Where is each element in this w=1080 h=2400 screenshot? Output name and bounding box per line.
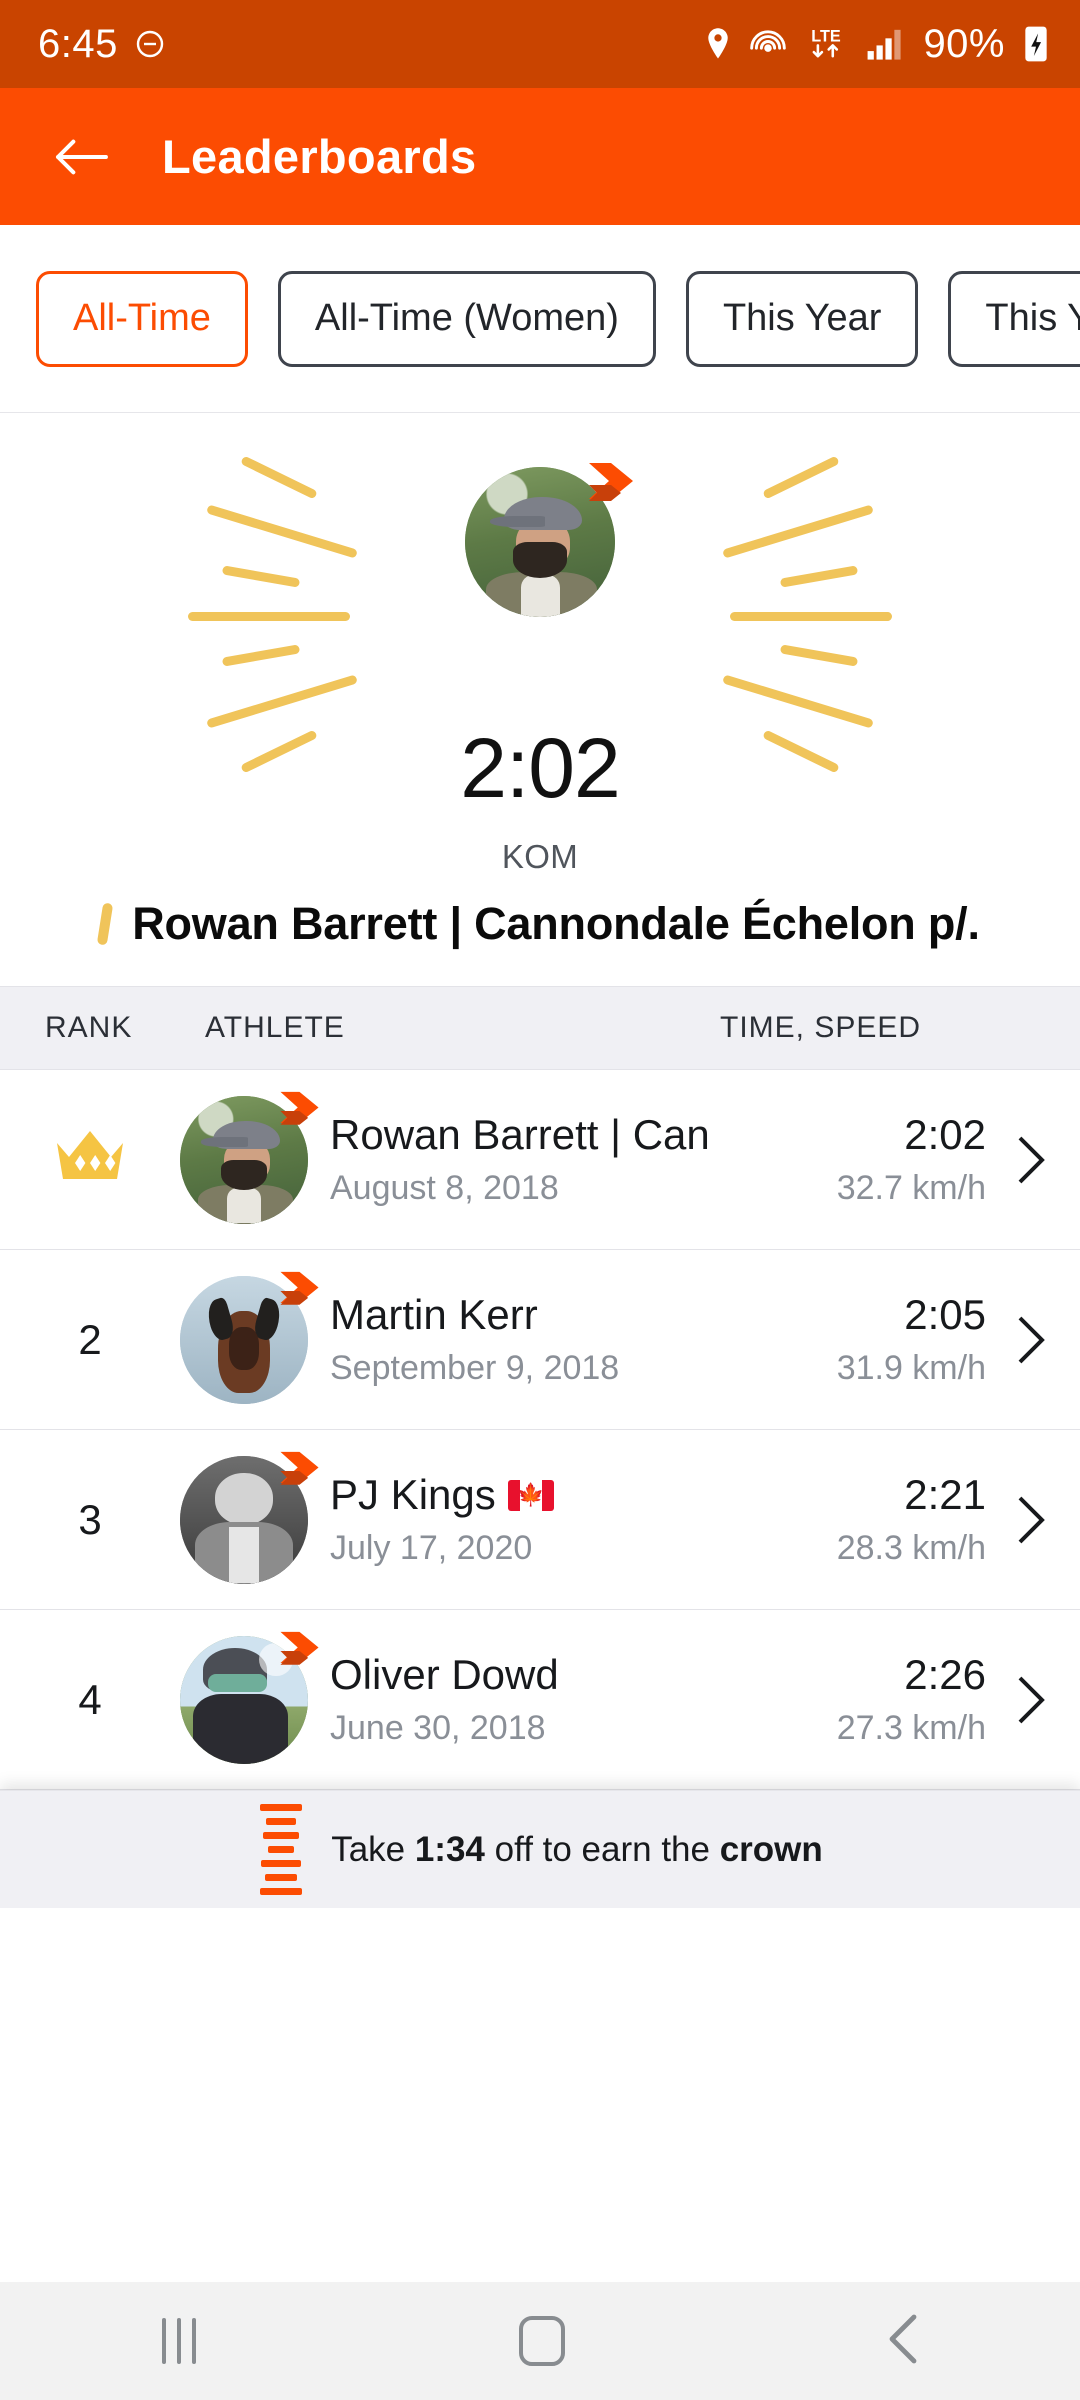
row-athlete-name: Martin Kerr	[330, 1291, 538, 1338]
strava-chevron-badge-icon	[277, 1270, 322, 1324]
column-header-athlete: ATHLETE	[205, 1011, 345, 1044]
row-speed: 32.7 km/h	[836, 1169, 986, 1207]
hero-avatar[interactable]	[465, 463, 633, 617]
row-athlete-name: Rowan Barrett | Can…	[330, 1111, 708, 1158]
filter-chip-all-time-women[interactable]: All-Time (Women)	[277, 270, 656, 367]
crown-icon	[53, 1130, 127, 1194]
row-athlete-name: PJ Kings	[330, 1471, 496, 1518]
page-title: Leaderboards	[162, 130, 477, 183]
hero-avatar-area	[0, 449, 1080, 774]
row-time: 2:05	[904, 1291, 986, 1338]
row-result-cell: 2:26 27.3 km/h	[708, 1651, 1008, 1748]
app-toolbar: Leaderboards	[0, 88, 1080, 225]
strava-chevron-badge-icon	[585, 461, 637, 523]
svg-text:LTE: LTE	[812, 27, 842, 45]
lte-data-icon: LTE	[803, 25, 849, 63]
table-row[interactable]: 3 PJ Kings 🍁 July 17, 2020 2:21 28.3 km/…	[0, 1430, 1080, 1610]
table-row[interactable]: 4 Oliver Dowd June 30, 2018 2:26 27.3 km…	[0, 1610, 1080, 1790]
rank-crown-cell	[0, 1125, 180, 1195]
leaderboard-table-header: RANK ATHLETE TIME, SPEED	[0, 986, 1080, 1070]
leaderboard-filter-chips[interactable]: All-Time All-Time (Women) This Year This…	[0, 225, 1080, 413]
dnd-minus-circle-icon	[134, 28, 166, 60]
row-result-cell: 2:02 32.7 km/h	[708, 1111, 1008, 1208]
row-date: September 9, 2018	[330, 1349, 620, 1387]
android-nav-bar[interactable]	[0, 2282, 1080, 2400]
row-result-cell: 2:05 31.9 km/h	[708, 1291, 1008, 1388]
strava-chevron-badge-icon	[277, 1630, 322, 1684]
row-date: August 8, 2018	[330, 1169, 559, 1207]
banner-emphasis: crown	[719, 1829, 823, 1869]
table-row[interactable]: 2 Martin Kerr September 9, 2018 2:05 31.…	[0, 1250, 1080, 1430]
hero-time-value: 2:02	[460, 721, 621, 815]
chevron-right-icon[interactable]	[1008, 1134, 1054, 1186]
status-bar-left: 6:45	[38, 22, 166, 67]
row-athlete-cell: Rowan Barrett | Can… August 8, 2018	[330, 1111, 708, 1208]
row-speed: 28.3 km/h	[836, 1529, 986, 1567]
chevron-right-icon[interactable]	[1008, 1314, 1054, 1366]
sunburst-rays-right	[700, 449, 900, 774]
canada-flag-icon: 🍁	[507, 1479, 554, 1511]
table-row[interactable]: Rowan Barrett | Can… August 8, 2018 2:02…	[0, 1070, 1080, 1250]
leaderboard-list[interactable]: Rowan Barrett | Can… August 8, 2018 2:02…	[0, 1070, 1080, 1790]
banner-value: 1:34	[414, 1829, 485, 1869]
row-result-cell: 2:21 28.3 km/h	[708, 1471, 1008, 1568]
hero-athlete-row: Rowan Barrett | Cannondale Échelon p/.	[0, 898, 1080, 950]
row-date: June 30, 2018	[330, 1709, 546, 1747]
row-avatar[interactable]	[180, 1631, 319, 1764]
home-icon[interactable]	[518, 2316, 565, 2366]
battery-charging-icon	[1022, 24, 1050, 64]
column-header-time-speed: TIME, SPEED	[720, 1011, 922, 1044]
row-athlete-cell: Martin Kerr September 9, 2018	[330, 1291, 708, 1388]
row-speed: 31.9 km/h	[836, 1349, 986, 1387]
chevron-right-icon[interactable]	[1008, 1674, 1054, 1726]
row-avatar[interactable]	[180, 1451, 319, 1584]
back-chevron-icon[interactable]	[888, 2313, 918, 2370]
row-athlete-name-wrap: PJ Kings 🍁	[330, 1471, 708, 1519]
hero-athlete-name[interactable]: Rowan Barrett | Cannondale Échelon p/.	[132, 898, 980, 950]
row-date: July 17, 2020	[330, 1529, 533, 1567]
arrow-left-icon[interactable]	[52, 134, 110, 180]
row-athlete-cell: PJ Kings 🍁 July 17, 2020	[330, 1471, 708, 1568]
row-rank: 2	[78, 1315, 102, 1363]
banner-prefix: Take	[331, 1829, 415, 1869]
row-rank: 4	[78, 1675, 102, 1723]
leaderboard-hero: 2:02 KOM Rowan Barrett | Cannondale Éche…	[0, 413, 1080, 950]
strava-chevron-badge-icon	[277, 1090, 322, 1144]
status-bar-clock: 6:45	[38, 21, 118, 66]
sunburst-rays-left	[180, 449, 380, 774]
chevron-right-icon[interactable]	[1008, 1494, 1054, 1546]
row-athlete-cell: Oliver Dowd June 30, 2018	[330, 1651, 708, 1748]
row-athlete-name: Oliver Dowd	[330, 1651, 559, 1698]
earn-crown-text: Take 1:34 off to earn the crown	[331, 1830, 823, 1870]
row-rank: 3	[78, 1495, 102, 1543]
row-time: 2:02	[904, 1111, 986, 1158]
status-bar: 6:45 LTE 90%	[0, 0, 1080, 88]
hotspot-icon	[750, 27, 787, 61]
strava-chevron-badge-icon	[277, 1450, 322, 1504]
filter-chip-all-time[interactable]: All-Time	[36, 270, 248, 367]
row-avatar[interactable]	[180, 1271, 319, 1404]
location-pin-icon	[703, 27, 733, 61]
row-avatar[interactable]	[180, 1091, 319, 1224]
sunburst-ray-accent-icon	[96, 902, 114, 946]
earn-crown-banner[interactable]: Take 1:34 off to earn the crown	[0, 1790, 1080, 1908]
filter-chip-this-year-women[interactable]: This Year	[948, 270, 1080, 367]
row-speed: 27.3 km/h	[836, 1709, 986, 1747]
row-time: 2:26	[904, 1651, 986, 1698]
status-bar-right: LTE 90%	[703, 22, 1050, 67]
row-time: 2:21	[904, 1471, 986, 1518]
signal-bars-icon	[866, 27, 906, 61]
column-header-rank: RANK	[45, 1011, 133, 1044]
recents-icon[interactable]	[161, 2318, 196, 2364]
hero-award-label: KOM	[501, 838, 579, 875]
banner-middle: off to earn the	[484, 1829, 720, 1869]
filter-chip-this-year[interactable]: This Year	[685, 270, 919, 367]
battery-percent-label: 90%	[923, 21, 1005, 66]
effort-ladder-icon	[257, 1804, 305, 1895]
